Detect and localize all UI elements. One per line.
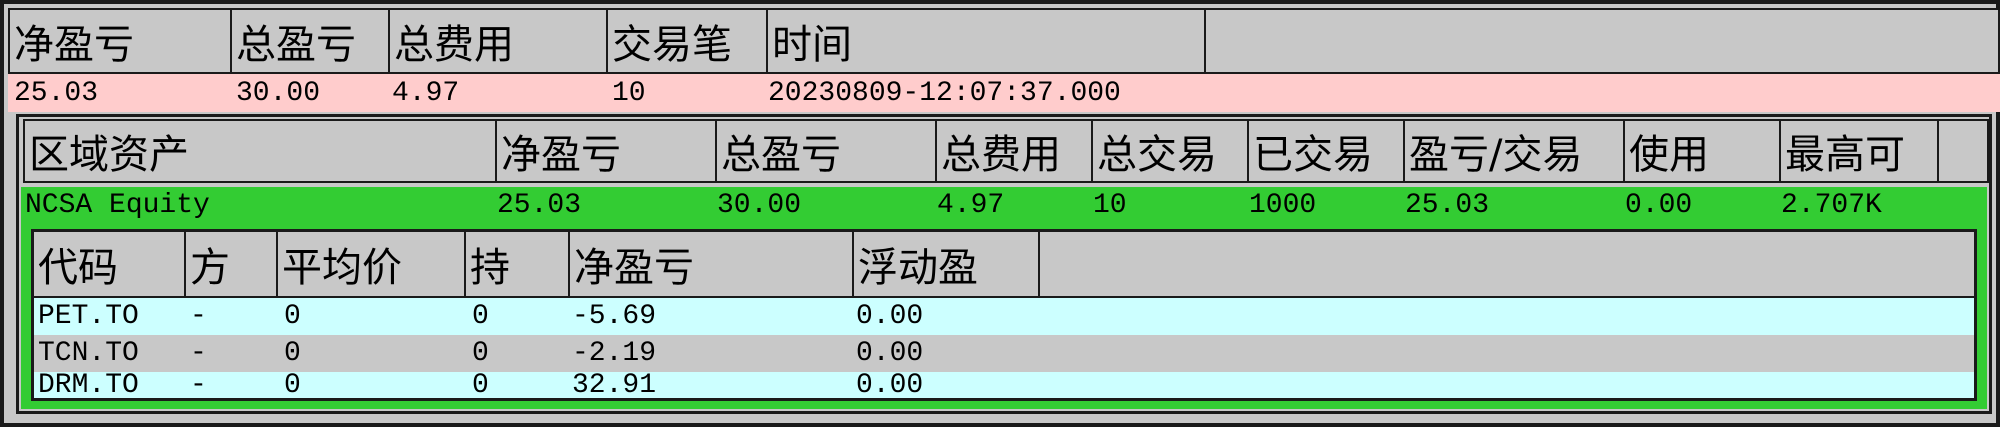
cell-floating-pnl: 0.00 [856,338,924,369]
cell-time: 20230809-12:07:37.000 [768,77,1121,109]
cell-symbol: TCN.TO [38,338,139,369]
positions-panel: 代码 方 平均价 持 净盈亏 浮动盈 PET.TO - 0 0 -5.69 0.… [31,229,1977,401]
cell-floating-pnl: 0.00 [856,301,924,332]
col-header-total-trades[interactable]: 总交易 [1093,121,1249,181]
positions-header: 代码 方 平均价 持 净盈亏 浮动盈 [34,232,1974,298]
col-header-net-pnl[interactable]: 净盈亏 [10,10,232,72]
col-header-holding[interactable]: 持 [466,232,570,296]
col-header-avg-price[interactable]: 平均价 [278,232,466,296]
cell-floating-pnl: 0.00 [856,369,924,401]
cell-side: - [190,301,207,332]
col-header-empty [1939,121,1987,181]
table-row[interactable]: PET.TO - 0 0 -5.69 0.00 [34,298,1974,335]
col-header-region-assets[interactable]: 区域资产 [25,121,497,181]
cell-traded: 1000 [1249,189,1317,221]
col-header-total-pnl[interactable]: 总盈亏 [717,121,937,181]
cell-used: 0.00 [1625,189,1693,221]
cell-side: - [190,338,207,369]
cell-trade-count: 10 [612,77,646,109]
cell-total-pnl: 30.00 [236,77,321,109]
cell-total-fees: 4.97 [937,189,1005,221]
col-header-total-fees[interactable]: 总费用 [390,10,608,72]
summary-row[interactable]: 25.03 30.00 4.97 10 20230809-12:07:37.00… [8,74,2000,112]
cell-holding: 0 [472,301,489,332]
col-header-floating-pnl[interactable]: 浮动盈 [854,232,1040,296]
region-body: 代码 方 平均价 持 净盈亏 浮动盈 PET.TO - 0 0 -5.69 0.… [21,223,1987,409]
col-header-total-fees[interactable]: 总费用 [937,121,1093,181]
col-header-time[interactable]: 时间 [768,10,1206,72]
pnl-window: 净盈亏 总盈亏 总费用 交易笔 时间 25.03 30.00 4.97 10 2… [0,0,2000,427]
col-header-pnl-per-trade[interactable]: 盈亏/交易 [1405,121,1625,181]
cell-region-name: NCSA Equity [25,189,210,221]
region-header: 区域资产 净盈亏 总盈亏 总费用 总交易 已交易 盈亏/交易 使用 最高可 [23,119,1989,183]
cell-avg-price: 0 [284,369,301,401]
col-header-symbol[interactable]: 代码 [34,232,186,296]
col-header-empty [1040,232,1974,296]
cell-net-pnl: 25.03 [14,77,99,109]
table-row[interactable]: DRM.TO - 0 0 32.91 0.00 [34,369,1974,401]
col-header-empty [1206,10,1998,72]
col-header-total-pnl[interactable]: 总盈亏 [232,10,390,72]
cell-pnl-per-trade: 25.03 [1405,189,1490,221]
cell-max-available: 2.707K [1781,189,1882,221]
cell-holding: 0 [472,369,489,401]
cell-total-fees: 4.97 [392,77,460,109]
cell-symbol: PET.TO [38,301,139,332]
col-header-net-pnl[interactable]: 净盈亏 [570,232,854,296]
region-row[interactable]: NCSA Equity 25.03 30.00 4.97 10 1000 25.… [21,187,1987,223]
col-header-side[interactable]: 方 [186,232,278,296]
cell-net-pnl: 32.91 [572,369,657,401]
col-header-trade-count[interactable]: 交易笔 [608,10,768,72]
summary-header: 净盈亏 总盈亏 总费用 交易笔 时间 [8,8,2000,74]
table-row[interactable]: TCN.TO - 0 0 -2.19 0.00 [34,335,1974,372]
col-header-max-available[interactable]: 最高可 [1781,121,1939,181]
col-header-used[interactable]: 使用 [1625,121,1781,181]
cell-total-pnl: 30.00 [717,189,802,221]
cell-side: - [190,369,207,401]
cell-total-trades: 10 [1093,189,1127,221]
region-panel: 区域资产 净盈亏 总盈亏 总费用 总交易 已交易 盈亏/交易 使用 最高可 NC… [16,114,1992,414]
cell-symbol: DRM.TO [38,369,139,401]
col-header-net-pnl[interactable]: 净盈亏 [497,121,717,181]
cell-net-pnl: -5.69 [572,301,657,332]
cell-net-pnl: -2.19 [572,338,657,369]
cell-avg-price: 0 [284,338,301,369]
cell-holding: 0 [472,338,489,369]
col-header-traded[interactable]: 已交易 [1249,121,1405,181]
cell-net-pnl: 25.03 [497,189,582,221]
cell-avg-price: 0 [284,301,301,332]
